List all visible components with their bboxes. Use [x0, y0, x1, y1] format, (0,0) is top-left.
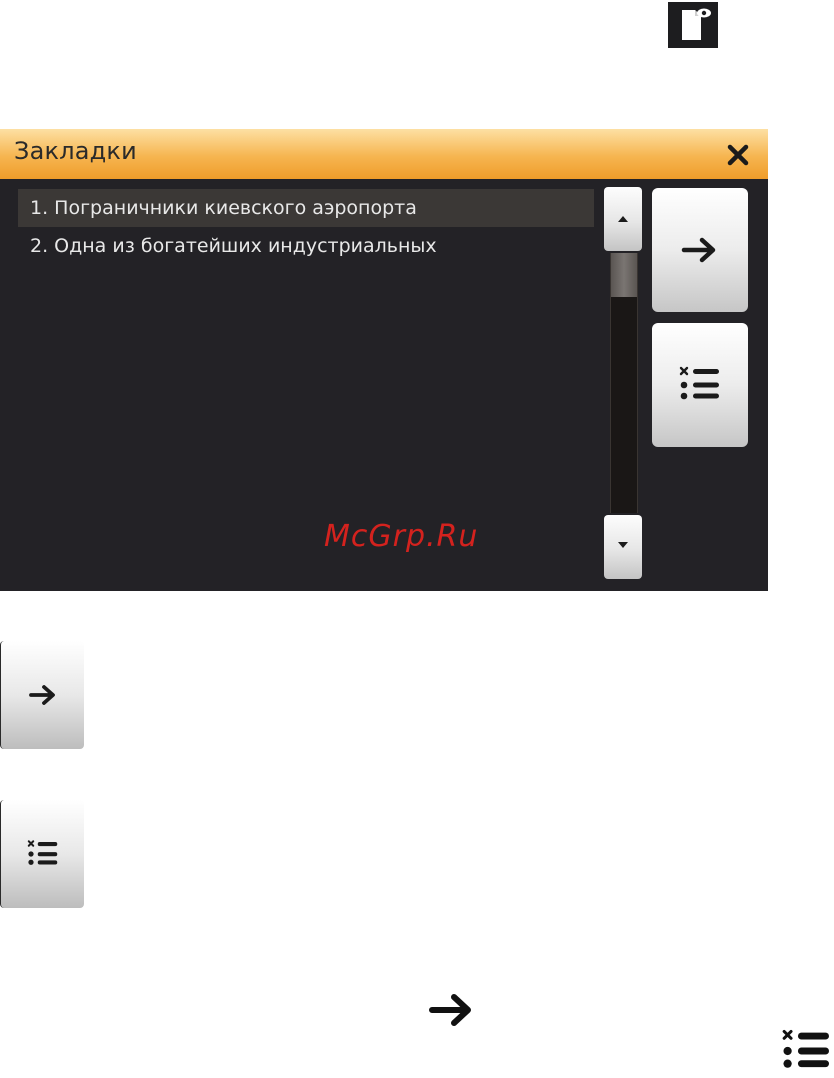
bookmark-item[interactable]: 2. Одна из богатейших индустриальных: [18, 227, 594, 265]
arrow-right-icon: [29, 685, 55, 705]
clear-list-icon: [679, 366, 719, 400]
bookmark-label: 2. Одна из богатейших индустриальных: [30, 235, 437, 257]
clear-list-icon: [27, 840, 58, 865]
bookmark-label: 1. Пограничники киевского аэропорта: [30, 197, 417, 219]
bookmarks-dialog: Закладки 1. Пограничники киевского аэроп…: [0, 129, 768, 591]
go-to-bookmark-button[interactable]: [652, 188, 748, 312]
go-to-bookmark-button-sample[interactable]: [0, 641, 84, 749]
scrollbar-track[interactable]: [610, 253, 638, 513]
scroll-down-icon: [618, 542, 628, 548]
bookmark-item[interactable]: 1. Пограничники киевского аэропорта: [18, 189, 594, 227]
dialog-header: Закладки: [0, 129, 768, 179]
clear-bookmarks-button[interactable]: [652, 323, 748, 447]
document-preview-icon: [668, 2, 718, 48]
bookmark-list: 1. Пограничники киевского аэропорта 2. О…: [18, 189, 594, 265]
scroll-up-button[interactable]: [604, 187, 642, 251]
scrollbar-thumb[interactable]: [611, 253, 637, 297]
close-icon[interactable]: [726, 143, 750, 167]
arrow-right-icon: [428, 992, 476, 1032]
clear-list-icon: [780, 1028, 832, 1078]
arrow-right-icon: [681, 237, 716, 263]
scroll-down-button[interactable]: [604, 515, 642, 579]
clear-bookmarks-button-sample[interactable]: [0, 800, 84, 908]
dialog-title: Закладки: [14, 137, 137, 165]
watermark: McGrp.Ru: [324, 519, 479, 554]
scroll-up-icon: [618, 216, 628, 222]
